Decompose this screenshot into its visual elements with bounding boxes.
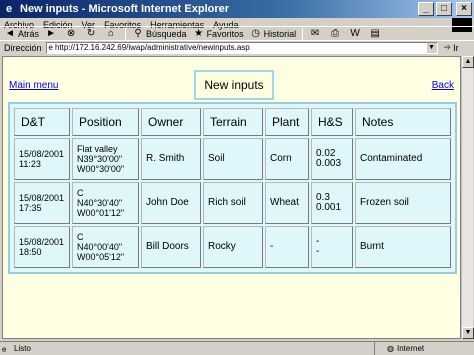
cell-hs: 0.3 0.001 — [311, 182, 353, 224]
column-header-notes: Notes — [355, 108, 451, 136]
search-icon: ⚲ — [134, 27, 142, 39]
table-row: 15/08/2001 11:23 Flat valley N39°30'00" W00… — [14, 138, 451, 180]
cell-owner: R. Smith — [141, 138, 201, 180]
table-row: 15/08/2001 17:35 C N40°30'40" W00°01'12" Jo… — [14, 182, 451, 224]
column-header-owner: Owner — [141, 108, 201, 136]
globe-icon: ◍ — [387, 344, 394, 353]
cell-notes: Frozen soil — [355, 182, 451, 224]
history-button-label: Historial — [263, 28, 297, 39]
window-title: New inputs - Microsoft Internet Explorer — [20, 3, 230, 15]
cell-notes: Burnt — [355, 226, 451, 268]
cell-notes: Contaminated — [355, 138, 451, 180]
back-arrow-icon: ◄ — [5, 27, 15, 39]
main-menu-link[interactable]: Main menu — [9, 80, 58, 91]
stop-button[interactable]: ⊗ — [65, 28, 79, 40]
back-link[interactable]: Back — [432, 80, 454, 91]
title-bar: e New inputs - Microsoft Internet Explor… — [0, 0, 474, 18]
cell-owner: John Doe — [141, 182, 201, 224]
mail-icon: ✉ — [310, 27, 320, 39]
chevron-down-icon[interactable]: ▼ — [426, 42, 437, 53]
inputs-table-container: D&T Position Owner Terrain Plant H&S Not… — [8, 102, 457, 274]
cell-owner: Bill Doors — [141, 226, 201, 268]
table-row: 15/08/2001 18:50 C N40°00'40" W00°05'12" Bi… — [14, 226, 451, 268]
column-header-plant: Plant — [265, 108, 309, 136]
go-button[interactable]: ➔ Ir — [444, 42, 459, 53]
status-text: Listo — [14, 344, 31, 353]
ie-logo-icon: e — [5, 3, 13, 15]
page-icon: e — [48, 43, 53, 52]
page-title-text: New inputs — [204, 78, 264, 92]
column-header-terrain: Terrain — [203, 108, 263, 136]
status-bar: e Listo ◍ Internet — [0, 341, 474, 355]
column-header-position: Position — [72, 108, 139, 136]
cell-terrain: Rich soil — [203, 182, 263, 224]
vertical-scrollbar[interactable]: ▲ ▼ — [461, 56, 474, 339]
cell-position: C N40°00'40" W00°05'12" — [72, 226, 139, 268]
cell-plant: - — [265, 226, 309, 268]
favorites-button[interactable]: ★ Favoritos — [193, 28, 244, 40]
edit-button[interactable]: W — [349, 28, 363, 40]
cell-plant: Wheat — [265, 182, 309, 224]
discuss-icon: ▤ — [370, 27, 380, 39]
page-done-icon: e — [2, 345, 7, 354]
search-button[interactable]: ⚲ Búsqueda — [132, 27, 187, 40]
discuss-button[interactable]: ▤ — [369, 28, 383, 40]
column-header-dt: D&T — [14, 108, 70, 136]
go-button-label: Ir — [453, 42, 459, 53]
print-button[interactable]: ⎙ — [329, 28, 343, 40]
cell-dt: 15/08/2001 11:23 — [14, 138, 70, 180]
cell-hs: 0.02 0.003 — [311, 138, 353, 180]
forward-arrow-icon: ► — [46, 27, 56, 39]
cell-position: C N40°30'40" W00°01'12" — [72, 182, 139, 224]
home-button[interactable]: ⌂ — [105, 28, 119, 40]
minimize-button[interactable]: _ — [418, 2, 434, 16]
home-icon: ⌂ — [107, 27, 115, 39]
refresh-icon: ↻ — [86, 27, 96, 39]
refresh-button[interactable]: ↻ — [85, 28, 99, 40]
column-header-hs: H&S — [311, 108, 353, 136]
search-button-label: Búsqueda — [146, 28, 187, 39]
go-arrow-icon: ➔ — [443, 42, 452, 52]
forward-button[interactable]: ► — [45, 28, 59, 40]
back-button-label: Atrás — [18, 28, 40, 39]
inputs-table: D&T Position Owner Terrain Plant H&S Not… — [12, 106, 453, 270]
mail-button[interactable]: ✉ — [309, 28, 323, 40]
history-button[interactable]: ◷ Historial — [250, 27, 297, 40]
stop-icon: ⊗ — [66, 27, 76, 39]
toolbar: ◄ Atrás ► ⊗ ↻ ⌂ ⚲ Búsqueda ★ Favoritos ◷… — [0, 26, 474, 40]
cell-terrain: Soil — [203, 138, 263, 180]
maximize-button[interactable]: □ — [436, 2, 452, 16]
print-icon: ⎙ — [331, 27, 340, 39]
page-content: Main menu New inputs Back D&T Position O… — [2, 56, 461, 339]
address-url: http://172.16.242.69/iwap/administrative… — [54, 43, 250, 52]
status-text-area: e Listo — [0, 344, 374, 354]
cell-terrain: Rocky — [203, 226, 263, 268]
scroll-down-icon[interactable]: ▼ — [462, 327, 474, 339]
table-header-row: D&T Position Owner Terrain Plant H&S Not… — [14, 108, 451, 136]
toolbar-separator — [302, 27, 304, 40]
address-label: Dirección — [4, 42, 42, 53]
address-bar: Dirección e http://172.16.242.69/iwap/ad… — [0, 40, 474, 54]
close-button[interactable]: × — [456, 2, 472, 16]
cell-dt: 15/08/2001 17:35 — [14, 182, 70, 224]
cell-position: Flat valley N39°30'00" W00°30'00" — [72, 138, 139, 180]
cell-dt: 15/08/2001 18:50 — [14, 226, 70, 268]
edit-icon: W — [350, 27, 360, 39]
address-input[interactable]: e http://172.16.242.69/iwap/administrati… — [45, 41, 438, 54]
scroll-up-icon[interactable]: ▲ — [462, 56, 474, 68]
cell-plant: Corn — [265, 138, 309, 180]
favorites-icon: ★ — [194, 27, 204, 39]
toolbar-separator — [125, 27, 127, 40]
zone-label: Internet — [396, 344, 425, 353]
security-zone: ◍ Internet — [374, 341, 474, 355]
back-button[interactable]: ◄ Atrás — [4, 28, 39, 40]
cell-hs: -- — [311, 226, 353, 268]
page-title: New inputs — [194, 70, 274, 100]
history-icon: ◷ — [251, 27, 260, 39]
favorites-button-label: Favoritos — [206, 28, 244, 39]
